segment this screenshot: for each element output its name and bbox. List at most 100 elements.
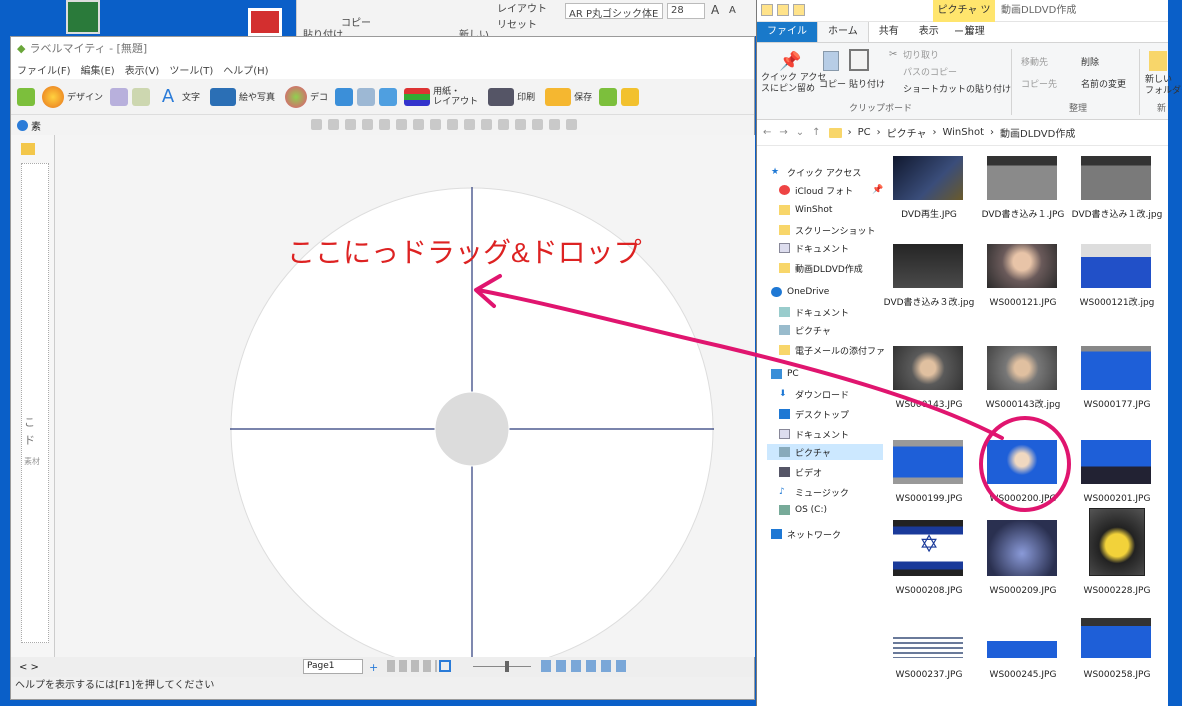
design-button[interactable]: デザイン bbox=[39, 84, 106, 110]
menu-help[interactable]: ヘルプ(H) bbox=[223, 62, 268, 77]
file-item[interactable]: WS000143改.jpg bbox=[977, 346, 1069, 426]
nav-pc-documents[interactable]: ドキュメント bbox=[779, 426, 849, 442]
zoom-slider[interactable] bbox=[473, 666, 531, 667]
paste-shortcut-button[interactable]: ショートカットの貼り付け bbox=[903, 82, 1011, 95]
text-color-icon[interactable] bbox=[481, 119, 492, 130]
properties-icon[interactable] bbox=[777, 4, 789, 16]
file-item[interactable]: WS000121.JPG bbox=[977, 244, 1069, 324]
redo-icon[interactable] bbox=[328, 119, 339, 130]
tab-file[interactable]: ファイル bbox=[757, 22, 817, 42]
rename-button[interactable]: 名前の変更 bbox=[1081, 77, 1126, 90]
material-list[interactable]: こ ド 素材 bbox=[21, 163, 49, 643]
nav-network[interactable]: ネットワーク bbox=[771, 526, 841, 542]
file-item[interactable]: WS000177.JPG bbox=[1071, 346, 1163, 426]
file-item[interactable]: WS000245.JPG bbox=[977, 630, 1069, 694]
align-icon[interactable] bbox=[413, 119, 424, 130]
nav-dldvd[interactable]: 動画DLDVD作成 bbox=[779, 260, 863, 276]
page-nav-icons[interactable] bbox=[387, 660, 437, 672]
new-folder-icon[interactable] bbox=[793, 4, 805, 16]
address-bar[interactable]: ← → ⌄ ↑ › PC › ピクチャ › WinShot › 動画DLDVD作… bbox=[757, 120, 1168, 146]
forward-arrow-icon[interactable]: → bbox=[779, 127, 787, 138]
back-arrow-icon[interactable]: ← bbox=[763, 127, 771, 138]
move-to-button[interactable]: 移動先 bbox=[1021, 55, 1048, 68]
nav-video[interactable]: ビデオ bbox=[779, 464, 822, 480]
shape-icon[interactable] bbox=[498, 119, 509, 130]
recent-dropdown-icon[interactable]: ⌄ bbox=[796, 127, 804, 138]
share-tool-icon[interactable] bbox=[621, 87, 640, 106]
menu-tools[interactable]: ツール(T) bbox=[169, 62, 213, 77]
nav-pc-pictures[interactable]: ピクチャ bbox=[767, 444, 883, 460]
text-button[interactable]: A 文字 bbox=[154, 84, 203, 110]
panel-tab-icon[interactable] bbox=[21, 143, 35, 155]
nav-documents[interactable]: ドキュメント bbox=[779, 240, 849, 256]
brush-tool-icon[interactable] bbox=[110, 87, 129, 106]
frame-tool-icon[interactable] bbox=[357, 87, 376, 106]
file-item[interactable]: DVD再生.JPG bbox=[883, 156, 975, 236]
zoom-slider-thumb[interactable] bbox=[505, 661, 509, 672]
grid-icon[interactable] bbox=[515, 119, 526, 130]
copy-button[interactable]: コピー bbox=[819, 77, 846, 90]
nav-onedrive-pictures[interactable]: ピクチャ bbox=[779, 322, 831, 338]
leaf-tool-icon[interactable] bbox=[17, 87, 35, 106]
menu-edit[interactable]: 編集(E) bbox=[81, 62, 115, 77]
tab-view[interactable]: 表示 bbox=[909, 22, 949, 42]
delete-icon[interactable] bbox=[396, 119, 407, 130]
breadcrumb-pc[interactable]: PC bbox=[858, 127, 871, 138]
nav-screenshot[interactable]: スクリーンショット bbox=[779, 222, 876, 238]
image-tool-icon[interactable] bbox=[379, 87, 398, 106]
nav-pc[interactable]: PC bbox=[771, 366, 799, 382]
nav-onedrive-mail[interactable]: 電子メールの添付ファ bbox=[779, 342, 885, 358]
new-folder-button[interactable]: 新しい フォルダー bbox=[1145, 75, 1182, 97]
copy-path-button[interactable]: パスのコピー bbox=[903, 65, 957, 78]
delete-button[interactable]: 削除 bbox=[1081, 55, 1099, 68]
page-selector[interactable]: Page1 bbox=[303, 659, 363, 674]
view-tool-icons[interactable] bbox=[541, 660, 631, 672]
cut-button[interactable]: 切り取り bbox=[903, 48, 939, 61]
print-button[interactable]: 印刷 bbox=[485, 86, 538, 108]
nav-music[interactable]: ♪ ミュージック bbox=[779, 484, 849, 500]
file-item[interactable]: WS000143.JPG bbox=[883, 346, 975, 426]
font-size-box[interactable]: 28 bbox=[667, 3, 705, 19]
grow-font-button[interactable]: A bbox=[711, 3, 719, 17]
panel-scroll-arrows[interactable]: < > bbox=[19, 662, 39, 673]
nav-downloads[interactable]: ⬇ ダウンロード bbox=[779, 386, 849, 402]
breadcrumb-winshot[interactable]: WinShot bbox=[942, 127, 984, 138]
pin-quick-access-button[interactable]: クイック アクセ スにピン留め bbox=[761, 73, 826, 95]
nav-onedrive[interactable]: OneDrive bbox=[771, 284, 829, 300]
info-icon[interactable] bbox=[17, 119, 28, 131]
menu-file[interactable]: ファイル(F) bbox=[17, 62, 71, 77]
file-item[interactable]: WS000237.JPG bbox=[883, 634, 975, 694]
file-item[interactable]: DVD書き込み１.JPG bbox=[977, 156, 1069, 236]
file-item[interactable]: WS000228.JPG bbox=[1071, 508, 1163, 600]
explorer-titlebar[interactable]: ピクチャ ツール 動画DLDVD作成 bbox=[757, 0, 1168, 38]
nav-desktop[interactable]: デスクトップ bbox=[779, 406, 849, 422]
photo-tool-icon[interactable] bbox=[335, 87, 354, 106]
zoom-icon[interactable] bbox=[549, 119, 560, 130]
file-item[interactable]: WS000209.JPG bbox=[977, 520, 1069, 600]
nav-quick-access[interactable]: ★ クイック アクセス bbox=[771, 164, 861, 180]
file-item[interactable]: ✡ WS000208.JPG bbox=[883, 520, 975, 600]
file-item[interactable]: WS000258.JPG bbox=[1071, 618, 1163, 694]
picture-button[interactable]: 絵や写真 bbox=[207, 86, 278, 108]
nav-icloud[interactable]: iCloud フォト 📌 bbox=[779, 182, 883, 198]
up-arrow-icon[interactable]: ↑ bbox=[812, 127, 820, 138]
copy-to-button[interactable]: コピー先 bbox=[1021, 77, 1057, 90]
export-tool-icon[interactable] bbox=[599, 87, 618, 106]
cut-icon[interactable] bbox=[345, 119, 356, 130]
shrink-font-button[interactable]: A bbox=[729, 5, 736, 16]
desktop-app-icon[interactable] bbox=[248, 8, 282, 36]
font-name-box[interactable]: AR P丸ゴシック体E bbox=[565, 3, 663, 20]
file-item[interactable]: DVD書き込み３改.jpg bbox=[883, 244, 975, 324]
file-item[interactable]: DVD書き込み１改.jpg bbox=[1071, 156, 1163, 236]
picture-tools-context-tab[interactable]: ピクチャ ツール bbox=[933, 0, 995, 38]
file-item[interactable]: WS000121改.jpg bbox=[1071, 244, 1163, 324]
deco-button[interactable]: デコ bbox=[282, 84, 331, 110]
design-canvas[interactable]: ここにっドラッグ&ドロップ bbox=[55, 135, 755, 671]
paste-icon[interactable] bbox=[379, 119, 390, 130]
tab-share[interactable]: 共有 bbox=[869, 22, 909, 42]
file-item[interactable]: WS000200.JPG bbox=[977, 440, 1069, 520]
back-icon[interactable] bbox=[464, 119, 475, 130]
view-mode-icon[interactable] bbox=[439, 660, 451, 672]
tab-home[interactable]: ホーム bbox=[817, 21, 869, 43]
breadcrumb-dldvd[interactable]: 動画DLDVD作成 bbox=[1000, 125, 1075, 140]
